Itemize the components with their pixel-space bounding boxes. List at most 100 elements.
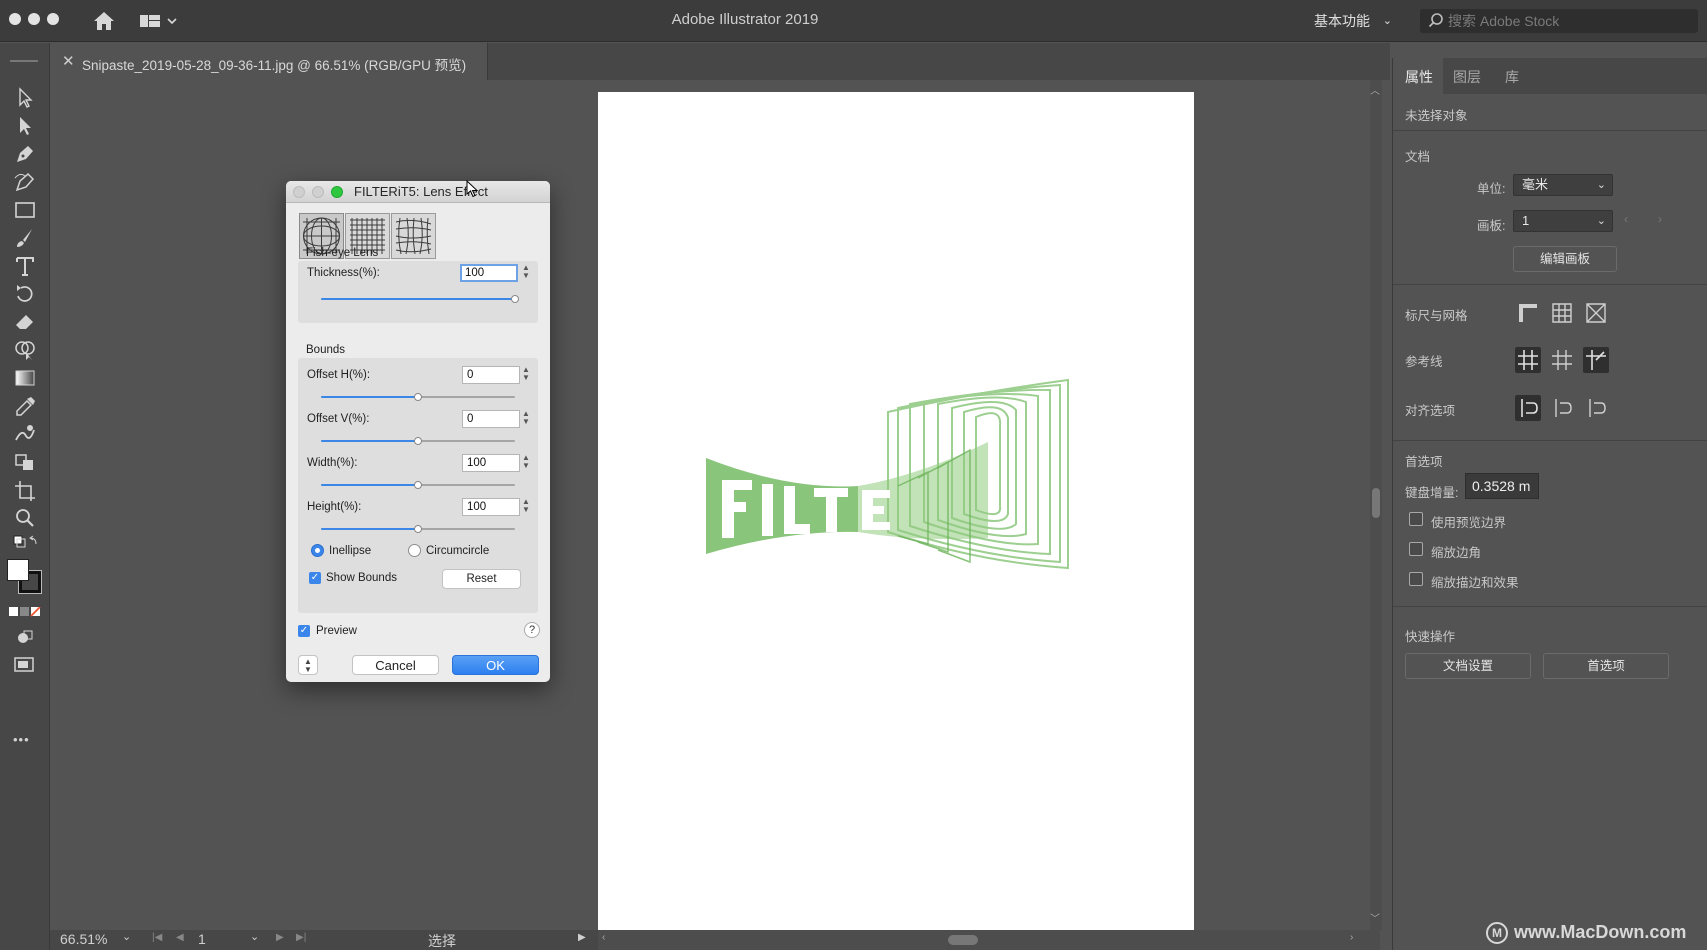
smart-guides-icon[interactable] xyxy=(1583,347,1609,373)
stock-search-input[interactable] xyxy=(1448,11,1688,31)
stock-search-box[interactable] xyxy=(1420,9,1698,33)
canvas-area[interactable]: ︿ ﹀ xyxy=(50,80,1382,930)
help-button[interactable]: ? xyxy=(524,622,540,638)
warp-tool-icon[interactable] xyxy=(12,422,38,446)
direct-selection-tool-icon[interactable] xyxy=(12,114,38,138)
slider-knob[interactable] xyxy=(414,393,422,401)
canvas-scrollbar-vertical[interactable]: ︿ ﹀ xyxy=(1370,80,1382,930)
more-tools-icon[interactable]: ••• xyxy=(13,732,30,747)
type-tool-icon[interactable] xyxy=(12,254,38,278)
prev-artboard-arrow-icon[interactable]: ‹ xyxy=(1624,212,1628,226)
thickness-slider[interactable] xyxy=(321,295,519,303)
next-artboard-arrow-icon[interactable]: › xyxy=(1658,212,1662,226)
lock-guides-icon[interactable] xyxy=(1549,347,1575,373)
fill-swatch[interactable] xyxy=(7,559,29,581)
preview-checkbox[interactable]: ✓ xyxy=(298,625,310,637)
shape-builder-tool-icon[interactable] xyxy=(12,338,38,362)
offset-h-input[interactable]: 0 xyxy=(462,366,520,384)
dialog-minimize-button[interactable] xyxy=(312,186,324,198)
document-tab[interactable]: ✕ Snipaste_2019-05-28_09-36-11.jpg @ 66.… xyxy=(50,43,488,80)
pen-tool-icon[interactable] xyxy=(12,142,38,166)
distort-preset-icon[interactable] xyxy=(391,213,436,259)
color-mode-icon[interactable] xyxy=(9,605,41,617)
close-tab-icon[interactable]: ✕ xyxy=(62,52,75,70)
h-scroll-thumb[interactable] xyxy=(948,935,978,945)
grid-icon[interactable] xyxy=(1549,300,1575,326)
eraser-tool-icon[interactable] xyxy=(12,310,38,334)
keyboard-increment-input[interactable]: 0.3528 m xyxy=(1465,473,1539,499)
tab-libraries[interactable]: 库 xyxy=(1505,67,1519,87)
selection-tool-icon[interactable] xyxy=(12,86,38,110)
transparency-grid-icon[interactable] xyxy=(1583,300,1609,326)
chevron-down-icon[interactable]: ⌄ xyxy=(250,930,259,943)
horizontal-scrollbar[interactable]: ‹ › xyxy=(598,930,1380,950)
inellipse-radio[interactable] xyxy=(311,544,324,557)
scroll-up-icon[interactable]: ︿ xyxy=(1370,82,1380,97)
artboard-number[interactable]: 1 xyxy=(198,931,206,947)
previous-artboard-icon[interactable]: ◀ xyxy=(176,932,184,943)
offset-v-stepper[interactable]: ▲ ▼ xyxy=(522,410,530,428)
workspace-switcher[interactable]: 基本功能 ⌄ xyxy=(1304,10,1396,32)
width-slider[interactable] xyxy=(321,481,515,489)
draw-mode-icon[interactable] xyxy=(12,628,38,648)
tab-layers[interactable]: 图层 xyxy=(1453,67,1481,87)
preferences-button[interactable]: 首选项 xyxy=(1543,653,1669,679)
rotate-tool-icon[interactable] xyxy=(12,282,38,306)
circumcircle-radio[interactable] xyxy=(408,544,421,557)
offset-v-slider[interactable] xyxy=(321,437,515,445)
expand-stepper[interactable]: ▲ ▼ xyxy=(298,655,318,675)
scroll-left-icon[interactable]: ‹ xyxy=(602,932,605,943)
lens-effect-artwork[interactable] xyxy=(598,92,1194,930)
cancel-button[interactable]: Cancel xyxy=(352,655,439,675)
snap-to-point-icon[interactable] xyxy=(1515,395,1541,421)
scroll-right-icon[interactable]: › xyxy=(1350,932,1353,943)
rectangle-tool-icon[interactable] xyxy=(12,198,38,222)
chevron-down-icon[interactable]: ⌄ xyxy=(122,930,131,943)
reset-button[interactable]: Reset xyxy=(442,569,521,589)
snap-to-glyph-icon[interactable] xyxy=(1583,395,1609,421)
offset-v-input[interactable]: 0 xyxy=(462,410,520,428)
slider-knob[interactable] xyxy=(414,437,422,445)
thickness-stepper[interactable]: ▲ ▼ xyxy=(522,264,530,282)
next-artboard-icon[interactable]: ▶ xyxy=(276,932,284,943)
slider-knob[interactable] xyxy=(414,481,422,489)
free-transform-tool-icon[interactable] xyxy=(12,450,38,474)
preview-bounds-checkbox[interactable] xyxy=(1409,512,1423,526)
slider-knob[interactable] xyxy=(511,295,519,303)
artboard-select[interactable]: 1 ⌄ xyxy=(1513,210,1613,232)
last-artboard-icon[interactable]: ▶| xyxy=(296,932,306,943)
dialog-close-button[interactable] xyxy=(293,186,305,198)
document-setup-button[interactable]: 文档设置 xyxy=(1405,653,1531,679)
tab-properties[interactable]: 属性 xyxy=(1405,67,1433,87)
artboard-tool-icon[interactable] xyxy=(12,478,38,502)
scale-corners-checkbox[interactable] xyxy=(1409,542,1423,556)
paintbrush-tool-icon[interactable] xyxy=(12,226,38,250)
slider-knob[interactable] xyxy=(414,525,422,533)
zoom-level[interactable]: 66.51% xyxy=(60,931,107,947)
curvature-tool-icon[interactable] xyxy=(12,170,38,194)
offset-h-stepper[interactable]: ▲ ▼ xyxy=(522,366,530,384)
ruler-icon[interactable] xyxy=(1515,300,1541,326)
status-menu-icon[interactable]: ▶ xyxy=(578,932,586,943)
zoom-tool-icon[interactable] xyxy=(12,506,38,530)
artboard[interactable] xyxy=(598,92,1194,930)
panel-grip[interactable] xyxy=(10,60,38,62)
scale-strokes-effects-checkbox[interactable] xyxy=(1409,572,1423,586)
height-slider[interactable] xyxy=(321,525,515,533)
scroll-thumb[interactable] xyxy=(1372,488,1380,518)
thickness-input[interactable]: 100 xyxy=(460,264,518,282)
eyedropper-tool-icon[interactable] xyxy=(12,394,38,418)
height-input[interactable]: 100 xyxy=(462,498,520,516)
swap-fill-stroke-icon[interactable] xyxy=(12,534,38,552)
dialog-title-bar[interactable]: FILTERiT5: Lens Effect xyxy=(286,181,550,203)
scroll-down-icon[interactable]: ﹀ xyxy=(1370,910,1380,925)
gradient-tool-icon[interactable] xyxy=(12,366,38,390)
width-stepper[interactable]: ▲ ▼ xyxy=(522,454,530,472)
ok-button[interactable]: OK xyxy=(452,655,539,675)
snap-to-pixel-icon[interactable] xyxy=(1549,395,1575,421)
unit-select[interactable]: 毫米 ⌄ xyxy=(1513,174,1613,196)
width-input[interactable]: 100 xyxy=(462,454,520,472)
offset-h-slider[interactable] xyxy=(321,393,515,401)
dialog-zoom-button[interactable] xyxy=(331,186,343,198)
show-bounds-checkbox[interactable]: ✓ xyxy=(309,572,321,584)
